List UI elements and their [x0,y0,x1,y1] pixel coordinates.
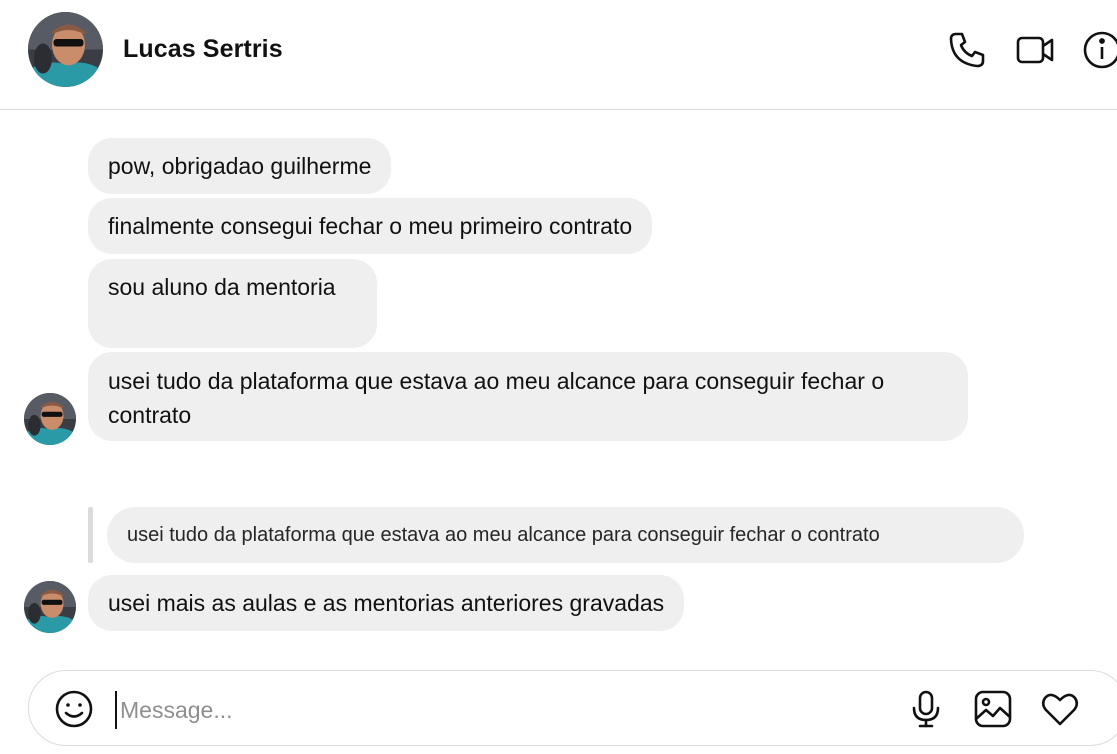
avatar[interactable] [24,393,76,445]
message-bubble[interactable]: finalmente consegui fechar o meu primeir… [88,198,653,254]
avatar[interactable] [24,581,76,633]
reply-indicator [88,507,93,563]
message-text: usei mais as aulas e as mentorias anteri… [108,590,665,616]
message-text: pow, obrigadao guilherme [108,153,372,179]
chat-header: Lucas Sertris [0,0,1117,110]
message-composer [28,670,1117,746]
avatar[interactable] [28,12,103,87]
replied-message-text: usei tudo da plataforma que estava ao me… [127,524,880,546]
message-bubble[interactable]: usei mais as aulas e as mentorias anteri… [88,575,685,631]
microphone-icon[interactable] [906,689,946,729]
heart-icon[interactable] [1040,689,1080,729]
message-input[interactable] [115,691,822,729]
phone-icon[interactable] [947,30,987,70]
info-icon[interactable] [1082,30,1117,70]
message-text: finalmente consegui fechar o meu primeir… [108,213,633,239]
image-icon[interactable] [973,689,1013,729]
emoji-icon[interactable] [54,689,94,729]
message-bubble[interactable]: sou aluno da mentoria [88,259,377,348]
message-text: sou aluno da mentoria [108,274,336,300]
message-bubble[interactable]: usei tudo da plataforma que estava ao me… [88,352,968,441]
contact-name[interactable]: Lucas Sertris [123,35,283,64]
video-camera-icon[interactable] [1015,30,1055,70]
message-text: usei tudo da plataforma que estava ao me… [108,368,885,428]
replied-message-preview[interactable]: usei tudo da plataforma que estava ao me… [107,507,1024,563]
message-bubble[interactable]: pow, obrigadao guilherme [88,138,392,194]
